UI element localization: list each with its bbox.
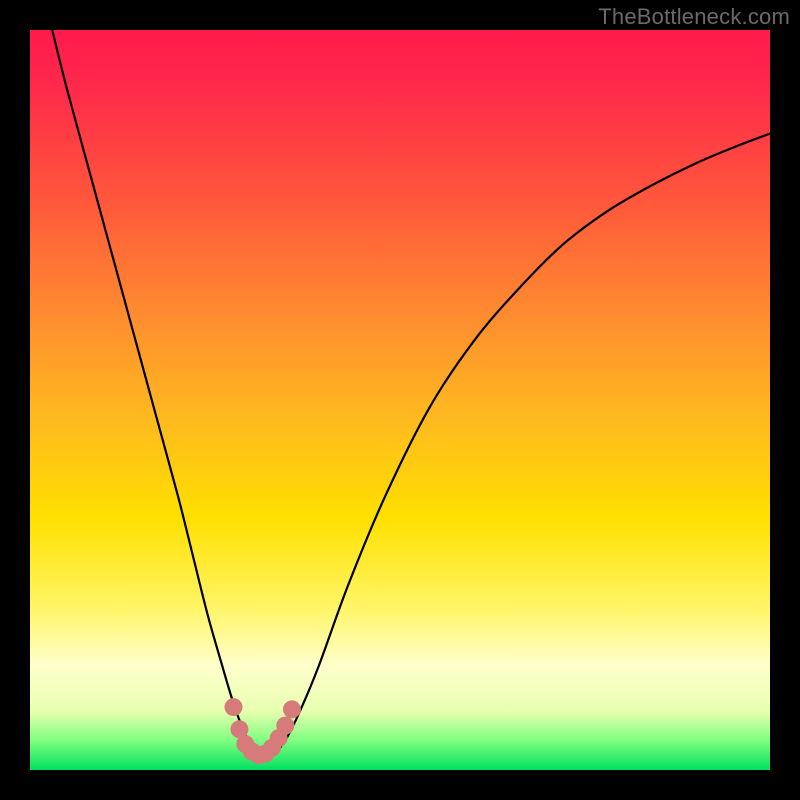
bottleneck-curve xyxy=(52,30,770,755)
valley-marker-dot xyxy=(276,717,294,735)
valley-marker-dot xyxy=(283,700,301,718)
valley-marker-group xyxy=(225,698,301,764)
watermark-text: TheBottleneck.com xyxy=(598,4,790,30)
valley-marker-dot xyxy=(225,698,243,716)
chart-svg xyxy=(30,30,770,770)
